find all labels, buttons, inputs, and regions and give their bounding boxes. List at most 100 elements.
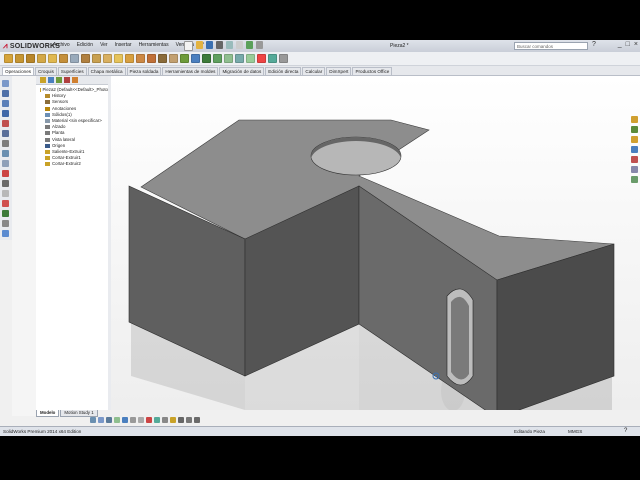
zoom-area-icon[interactable] (98, 417, 104, 423)
model-view[interactable] (111, 76, 640, 410)
property-manager-tab-icon[interactable] (48, 77, 54, 83)
text-icon[interactable] (2, 130, 9, 137)
select-icon[interactable] (236, 41, 243, 49)
design-library-icon[interactable] (631, 126, 638, 133)
extruded-cut-icon[interactable] (59, 54, 68, 63)
section-view-icon[interactable] (224, 54, 233, 63)
tree-item[interactable]: Pieza2 (Default<<Default>_Photo (36, 87, 108, 93)
mirror-icon[interactable] (2, 160, 9, 167)
open-icon[interactable] (196, 41, 203, 49)
perspective-icon[interactable] (194, 417, 200, 423)
shell-icon[interactable] (158, 54, 167, 63)
swept-cut-icon[interactable] (92, 54, 101, 63)
maximize-button[interactable]: □ (626, 41, 630, 48)
model-tab[interactable]: Modelo (36, 410, 60, 417)
feature-tree-tab-icon[interactable] (40, 77, 46, 83)
tab-command-tab[interactable]: Migración de datos (219, 67, 265, 75)
tab-command-tab[interactable]: Superficies (57, 67, 87, 75)
menu-item[interactable]: Archivo (52, 42, 71, 48)
revolved-boss-icon[interactable] (15, 54, 24, 63)
curves-icon[interactable] (191, 54, 200, 63)
rib-icon[interactable] (136, 54, 145, 63)
tab-command-tab[interactable]: Productos Office (352, 67, 393, 75)
help-icon[interactable]: ? (592, 41, 596, 48)
scene-icon[interactable] (268, 54, 277, 63)
ambient-occlusion-icon[interactable] (186, 417, 192, 423)
tab-features[interactable]: Operaciones (2, 67, 35, 75)
resources-icon[interactable] (631, 116, 638, 123)
tab-command-tab[interactable]: Calcular (302, 67, 326, 75)
edit-appearance-icon[interactable] (146, 417, 152, 423)
tab-command-tab[interactable]: Chapa metálica (87, 67, 126, 75)
menu-item[interactable]: Insertar (114, 42, 133, 48)
boundary-boss-icon[interactable] (48, 54, 57, 63)
forum-icon[interactable] (631, 176, 638, 183)
menu-item[interactable]: Ver (99, 42, 109, 48)
reference-geometry-icon[interactable] (180, 54, 189, 63)
hide-icon[interactable] (138, 417, 144, 423)
view-palette-icon[interactable] (631, 146, 638, 153)
minimize-button[interactable]: _ (618, 41, 622, 48)
view-settings-icon[interactable] (279, 54, 288, 63)
motion-study-tab[interactable]: Motion Study 1 (60, 410, 98, 417)
hide-show-icon[interactable] (246, 54, 255, 63)
print-icon[interactable] (216, 41, 223, 49)
new-icon[interactable] (184, 41, 193, 51)
fillet-icon[interactable] (114, 54, 123, 63)
lofted-boss-icon[interactable] (37, 54, 46, 63)
sketch-icon[interactable] (2, 220, 9, 227)
display-pane-icon[interactable] (162, 417, 168, 423)
appearance-icon[interactable] (257, 54, 266, 63)
extruded-boss-icon[interactable] (4, 54, 13, 63)
linear-pattern-icon[interactable] (125, 54, 134, 63)
relations-icon[interactable] (2, 180, 9, 187)
lofted-cut-icon[interactable] (103, 54, 112, 63)
repair-icon[interactable] (2, 190, 9, 197)
tab-command-tab[interactable]: Pieza soldada (126, 67, 162, 75)
options-icon[interactable] (256, 41, 263, 49)
exit-sketch-icon[interactable] (2, 230, 9, 237)
dimxpert-tab-icon[interactable] (64, 77, 70, 83)
wrap-icon[interactable] (169, 54, 178, 63)
tab-command-tab[interactable]: DimXpert (326, 67, 352, 75)
rebuild-icon[interactable] (246, 41, 253, 49)
instant3d-icon[interactable] (202, 54, 211, 63)
rectangle-icon[interactable] (2, 100, 9, 107)
save-icon[interactable] (206, 41, 213, 49)
smart-dimension-icon[interactable] (2, 80, 9, 87)
appearances-icon[interactable] (631, 156, 638, 163)
hole-wizard-icon[interactable] (70, 54, 79, 63)
menu-item[interactable]: Herramientas (138, 42, 170, 48)
view-orientation-icon[interactable] (213, 54, 222, 63)
section-icon[interactable] (114, 417, 120, 423)
swept-boss-icon[interactable] (26, 54, 35, 63)
circle-icon[interactable] (2, 110, 9, 117)
display-icon[interactable] (130, 417, 136, 423)
apply-scene-icon[interactable] (154, 417, 160, 423)
orientation-icon[interactable] (122, 417, 128, 423)
previous-view-icon[interactable] (106, 417, 112, 423)
tab-command-tab[interactable]: Croquis (35, 67, 57, 75)
graphics-area[interactable] (111, 76, 640, 410)
close-button[interactable]: × (634, 41, 638, 48)
rapid-sketch-icon[interactable] (2, 210, 9, 217)
draft-icon[interactable] (147, 54, 156, 63)
undo-icon[interactable] (226, 41, 233, 49)
unit-system[interactable]: MMGS (568, 429, 582, 434)
file-explorer-icon[interactable] (631, 136, 638, 143)
search-commands-input[interactable]: Buscar comandos (514, 42, 588, 50)
zoom-fit-icon[interactable] (90, 417, 96, 423)
tab-command-tab[interactable]: Herramientas de moldes (162, 67, 219, 75)
tab-command-tab[interactable]: Edición directa (265, 67, 302, 75)
offset-icon[interactable] (2, 150, 9, 157)
line-icon[interactable] (2, 90, 9, 97)
pattern-icon[interactable] (2, 170, 9, 177)
realview-icon[interactable] (170, 417, 176, 423)
status-help-icon[interactable]: ? (624, 428, 627, 434)
configuration-tab-icon[interactable] (56, 77, 62, 83)
shadows-icon[interactable] (178, 417, 184, 423)
menu-item[interactable]: Edición (76, 42, 94, 48)
trim-icon[interactable] (2, 140, 9, 147)
revolved-cut-icon[interactable] (81, 54, 90, 63)
slot-cut[interactable] (446, 288, 474, 386)
